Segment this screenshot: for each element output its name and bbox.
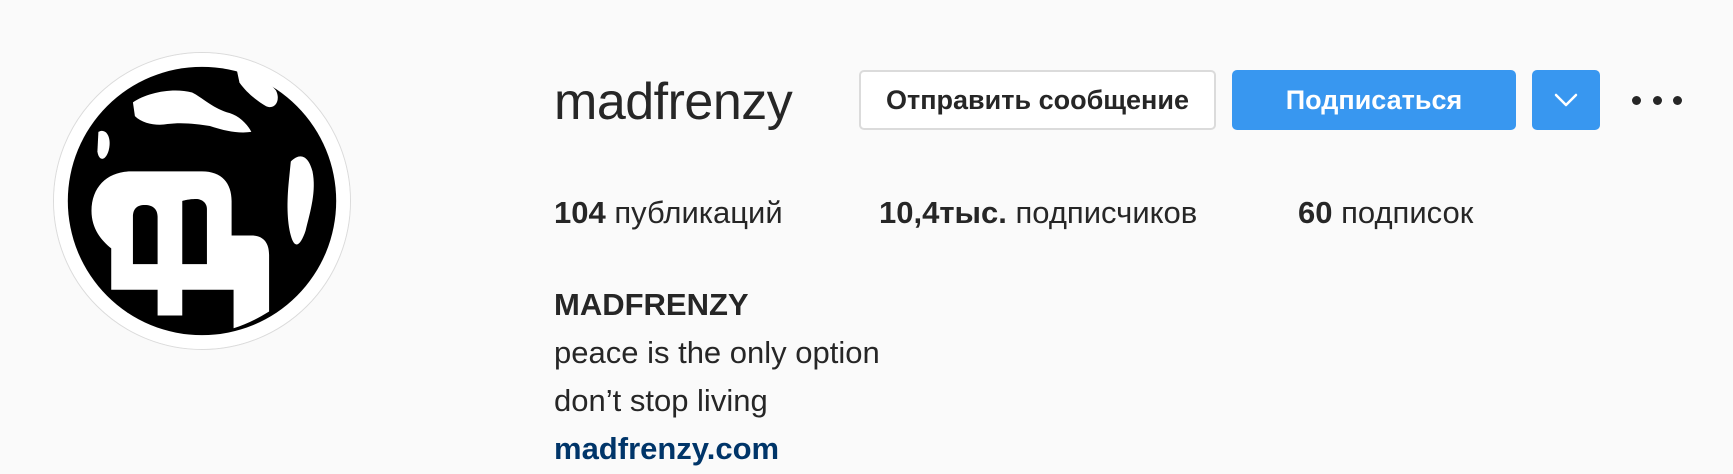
bio-line: don’t stop living <box>554 383 768 418</box>
globe-logo-icon <box>54 53 350 349</box>
chevron-down-icon <box>1554 93 1578 107</box>
profile-username: madfrenzy <box>554 73 793 131</box>
profile-bio: MADFRENZY peace is the only option don’t… <box>554 281 880 473</box>
followers-count: 10,4тыс. <box>879 195 1007 230</box>
avatar[interactable] <box>53 52 351 350</box>
posts-count: 104 <box>554 195 606 230</box>
following-count: 60 <box>1298 195 1333 230</box>
suggested-accounts-button[interactable] <box>1532 70 1600 130</box>
send-message-button[interactable]: Отправить сообщение <box>859 70 1216 130</box>
followers-label: подписчиков <box>1015 195 1198 230</box>
follow-button[interactable]: Подписаться <box>1232 70 1516 130</box>
stat-followers[interactable]: 10,4тыс. подписчиков <box>879 193 1197 233</box>
more-dot <box>1673 95 1682 105</box>
more-options-button[interactable] <box>1632 82 1682 118</box>
following-label: подписок <box>1341 195 1474 230</box>
more-horizontal-icon <box>1632 95 1641 105</box>
profile-header: madfrenzy Отправить сообщение Подписатьс… <box>0 0 1733 474</box>
stat-posts: 104 публикаций <box>554 193 783 233</box>
bio-website-link[interactable]: madfrenzy.com <box>554 425 880 473</box>
more-dot <box>1652 95 1662 105</box>
bio-line: peace is the only option <box>554 335 880 370</box>
bio-full-name: MADFRENZY <box>554 287 749 322</box>
posts-label: публикаций <box>614 195 783 230</box>
stat-following[interactable]: 60 подписок <box>1298 193 1473 233</box>
